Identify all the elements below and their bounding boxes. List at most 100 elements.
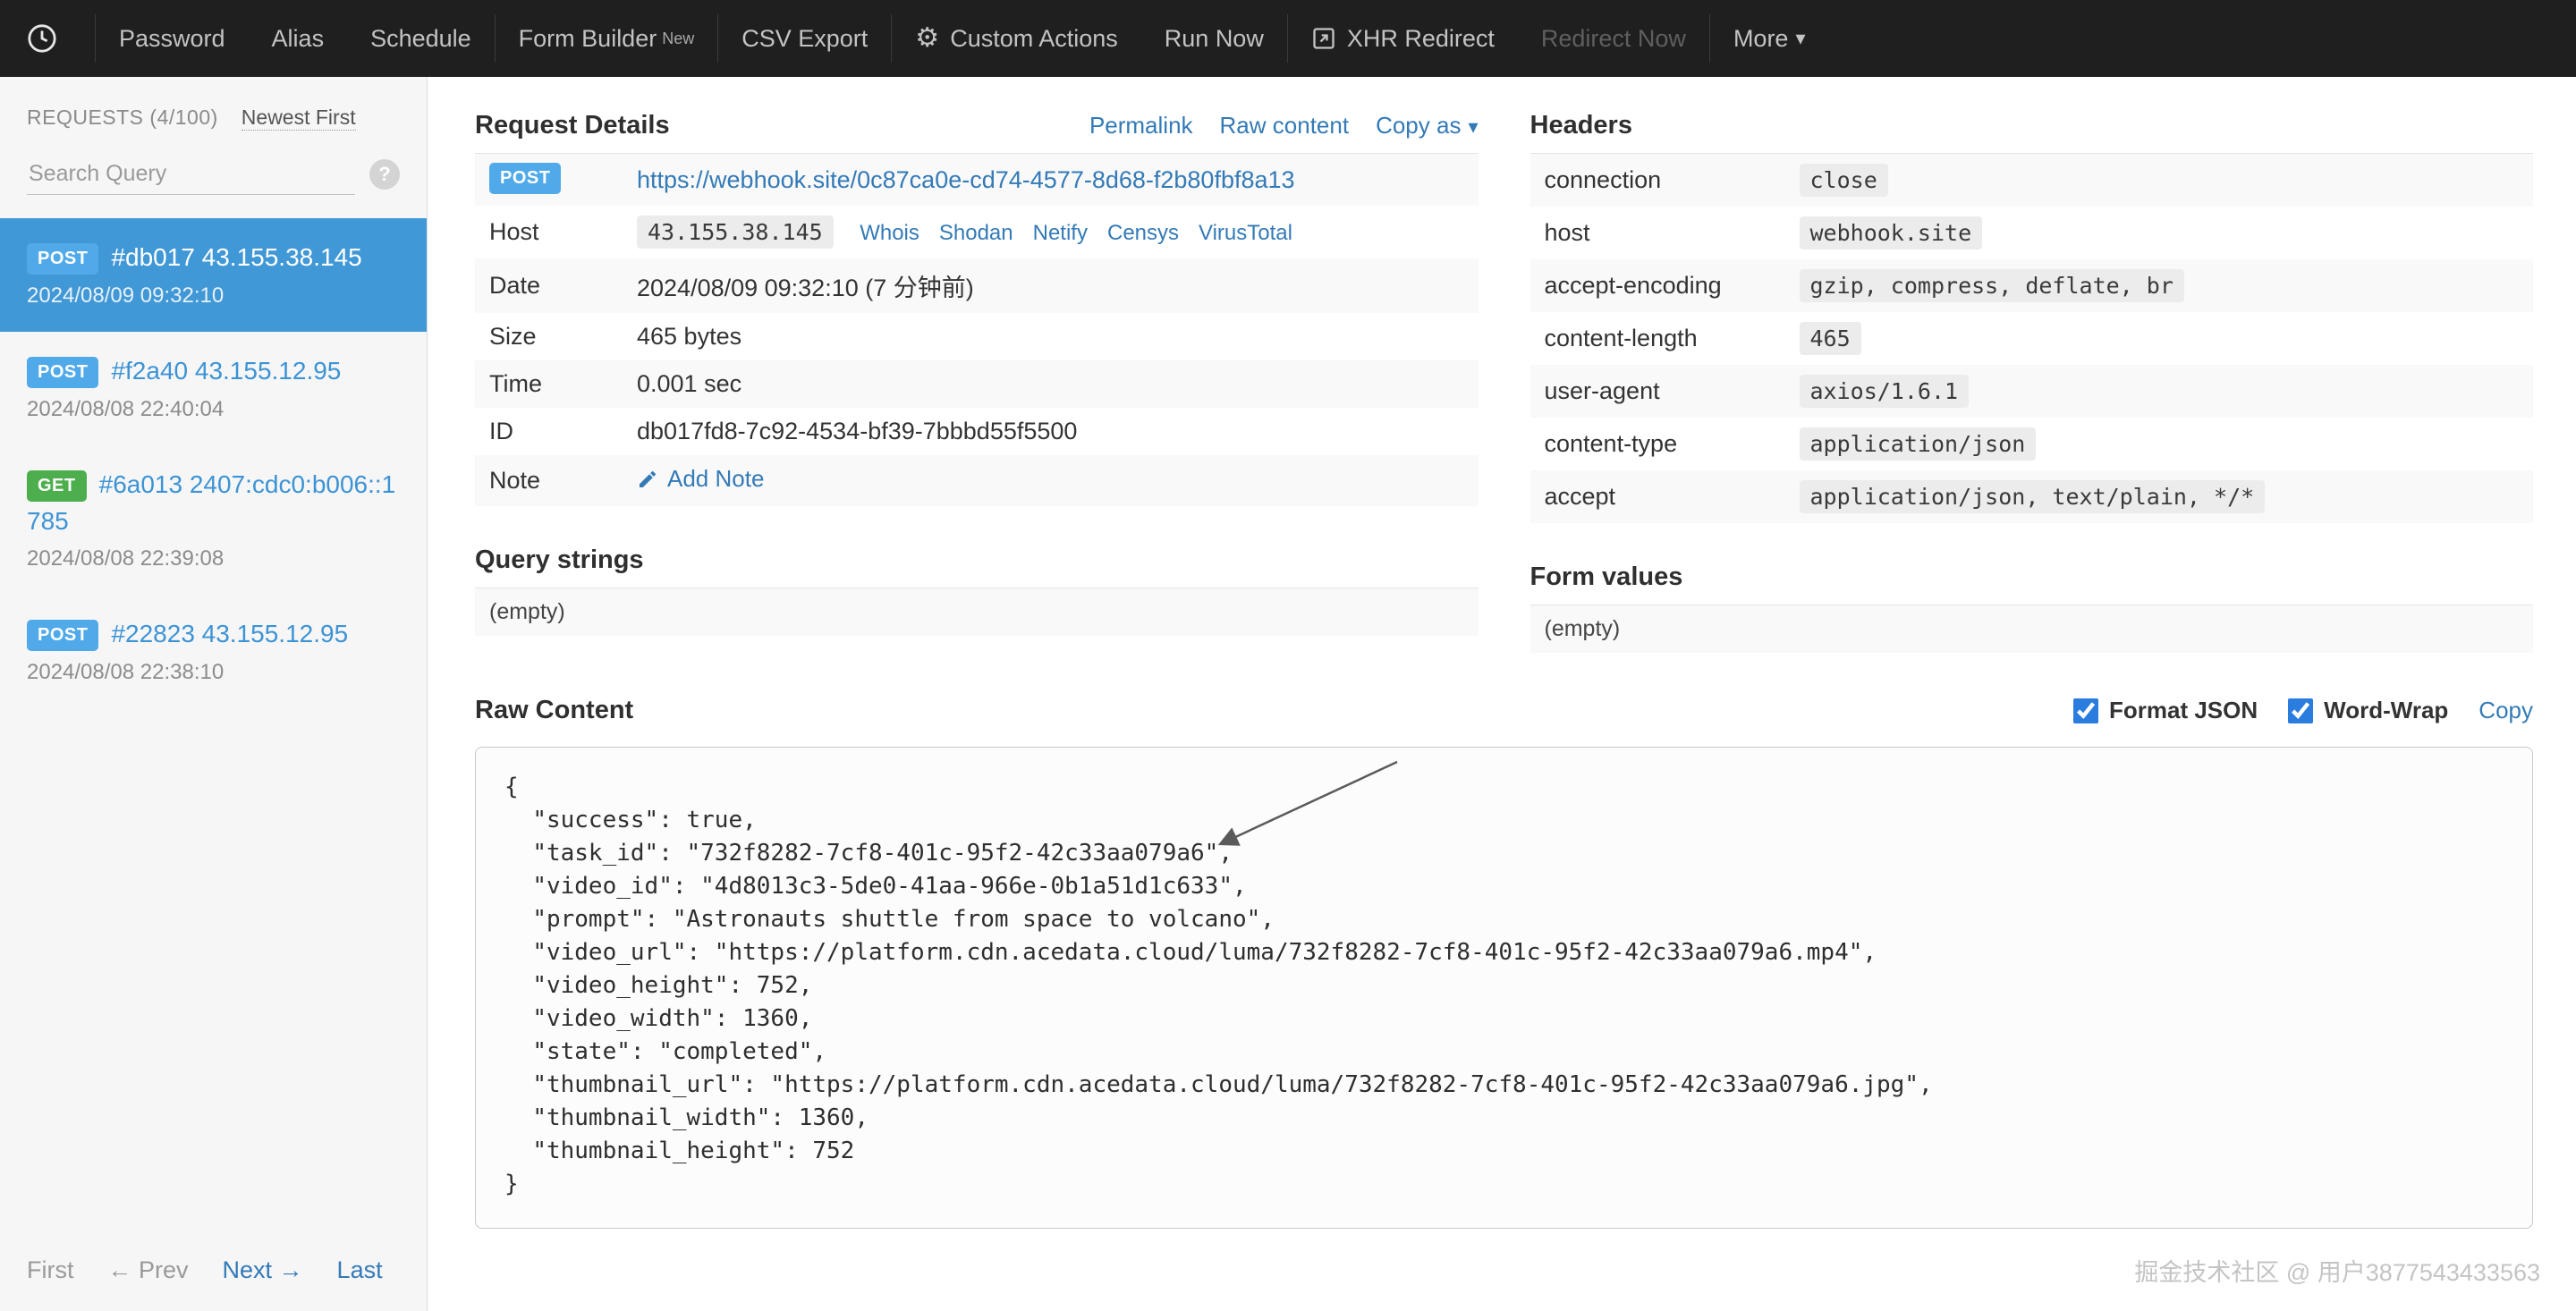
table-row: user-agent axios/1.6.1 bbox=[1530, 365, 2533, 418]
raw-json-body: { "success": true, "task_id": "732f8282-… bbox=[504, 774, 1933, 1197]
shodan-link[interactable]: Shodan bbox=[939, 221, 1013, 246]
format-json-checkbox[interactable] bbox=[2073, 698, 2098, 723]
clock-icon bbox=[27, 23, 57, 54]
nav-item-schedule[interactable]: Schedule bbox=[347, 0, 495, 77]
request-timestamp: 2024/08/08 22:39:08 bbox=[27, 546, 225, 571]
date-label: Date bbox=[475, 258, 623, 313]
word-wrap-label: Word-Wrap bbox=[2324, 697, 2449, 723]
format-json-label: Format JSON bbox=[2109, 697, 2258, 723]
gear-icon: ⚙ bbox=[915, 23, 940, 53]
raw-content-box: { "success": true, "task_id": "732f8282-… bbox=[475, 747, 2533, 1229]
nav-item-form-builder[interactable]: Form Builder New bbox=[496, 0, 718, 77]
table-row: Note Add Note bbox=[475, 455, 1479, 506]
id-value: db017fd8-7c92-4534-bf39-7bbbd55f5500 bbox=[637, 418, 1078, 444]
method-badge: POST bbox=[27, 243, 99, 275]
header-name: host bbox=[1544, 219, 1590, 246]
pagination-last[interactable]: Last bbox=[337, 1256, 383, 1284]
table-row: content-type application/json bbox=[1530, 418, 2534, 470]
request-list-item[interactable]: POST #db017 43.155.38.145 2024/08/09 09:3… bbox=[0, 218, 427, 332]
table-row: POST https://webhook.site/0c87ca0e-cd74-… bbox=[475, 154, 1479, 206]
request-label: #db017 43.155.38.145 bbox=[111, 243, 362, 271]
request-timestamp: 2024/08/09 09:32:10 bbox=[27, 283, 225, 308]
table-row: Time 0.001 sec bbox=[475, 360, 1479, 408]
censys-link[interactable]: Censys bbox=[1107, 221, 1179, 246]
nav-item-redirect-now: Redirect Now bbox=[1540, 24, 1686, 52]
host-label: Host bbox=[489, 218, 539, 245]
nav-item-password[interactable]: Password bbox=[96, 0, 249, 77]
pagination-next[interactable]: Next → bbox=[223, 1256, 303, 1284]
note-label: Note bbox=[475, 455, 623, 506]
header-value: webhook.site bbox=[1799, 216, 1983, 250]
virustotal-link[interactable]: VirusTotal bbox=[1199, 221, 1292, 246]
size-label: Size bbox=[489, 323, 537, 350]
header-name: user-agent bbox=[1530, 365, 1785, 418]
request-label: #f2a40 43.155.12.95 bbox=[111, 357, 342, 385]
table-row: ID db017fd8-7c92-4534-bf39-7bbbd55f5500 bbox=[475, 408, 1479, 455]
request-timestamp: 2024/08/08 22:38:10 bbox=[27, 660, 225, 684]
date-value: 2024/08/09 09:32:10 (7 分钟前) bbox=[623, 258, 1479, 313]
table-row: Host 43.155.38.145 Whois Shodan Netify C… bbox=[475, 206, 1479, 258]
header-name: content-length bbox=[1544, 325, 1698, 351]
header-value: application/json bbox=[1799, 427, 2037, 461]
query-strings-empty: (empty) bbox=[475, 588, 1479, 636]
pagination-first: First bbox=[27, 1256, 74, 1283]
permalink-link[interactable]: Permalink bbox=[1089, 112, 1193, 140]
requests-sidebar: REQUESTS (4/100) Newest First ? POST #db0… bbox=[0, 77, 428, 1311]
webhook-url-link[interactable]: https://webhook.site/0c87ca0e-cd74-4577-… bbox=[637, 166, 1295, 193]
nav-item-xhr-redirect[interactable]: XHR Redirect bbox=[1288, 0, 1518, 77]
netify-link[interactable]: Netify bbox=[1033, 221, 1088, 246]
nav-item-custom-actions[interactable]: ⚙ Custom Actions bbox=[892, 0, 1140, 77]
raw-content-link[interactable]: Raw content bbox=[1220, 112, 1350, 140]
form-values-empty: (empty) bbox=[1530, 605, 2533, 653]
header-name: content-type bbox=[1544, 430, 1678, 457]
table-row: host webhook.site bbox=[1530, 207, 2534, 259]
header-name: accept bbox=[1530, 470, 1785, 523]
top-navbar: Password Alias Schedule Form Builder New… bbox=[0, 0, 2576, 77]
whois-link[interactable]: Whois bbox=[860, 221, 919, 246]
header-value: application/json, text/plain, */* bbox=[1799, 480, 2266, 513]
nav-item-more[interactable]: More bbox=[1710, 0, 1829, 77]
history-clock-button[interactable] bbox=[0, 0, 95, 77]
size-value: 465 bytes bbox=[637, 323, 742, 350]
raw-content-title: Raw Content bbox=[475, 696, 634, 724]
request-list-item[interactable]: POST #22823 43.155.12.95 2024/08/08 22:38… bbox=[0, 595, 427, 708]
pagination-prev: ← Prev bbox=[107, 1256, 189, 1283]
requests-count-title: REQUESTS (4/100) bbox=[27, 106, 218, 129]
header-value: 465 bbox=[1799, 322, 1861, 355]
method-badge: POST bbox=[489, 163, 562, 194]
header-value: axios/1.6.1 bbox=[1799, 375, 1970, 408]
search-input[interactable] bbox=[27, 154, 355, 195]
nav-item-alias[interactable]: Alias bbox=[249, 0, 348, 77]
watermark-text: 掘金技术社区 @ 用户3877543433563 bbox=[2134, 1259, 2540, 1286]
host-value: 43.155.38.145 bbox=[637, 216, 834, 249]
time-label: Time bbox=[475, 360, 623, 408]
query-strings-title: Query strings bbox=[475, 545, 644, 574]
header-value: gzip, compress, deflate, br bbox=[1799, 269, 2184, 302]
table-row: connection close bbox=[1530, 154, 2533, 207]
nav-item-run-now[interactable]: Run Now bbox=[1141, 0, 1287, 77]
method-badge: GET bbox=[27, 470, 87, 502]
pencil-icon bbox=[637, 469, 658, 490]
main-content: Request Details Permalink Raw content Co… bbox=[428, 77, 2576, 1311]
request-list-item[interactable]: GET #6a013 2407:cdc0:b006::1785 2024/08/0… bbox=[0, 445, 427, 595]
method-badge: POST bbox=[27, 357, 99, 388]
word-wrap-checkbox[interactable] bbox=[2288, 698, 2314, 723]
table-row: content-length 465 bbox=[1530, 312, 2534, 365]
table-row: Date 2024/08/09 09:32:10 (7 分钟前) bbox=[475, 258, 1479, 313]
request-list-item[interactable]: POST #f2a40 43.155.12.95 2024/08/08 22:40… bbox=[0, 332, 427, 445]
id-label: ID bbox=[489, 418, 513, 444]
copy-as-dropdown[interactable]: Copy as bbox=[1376, 112, 1478, 140]
request-timestamp: 2024/08/08 22:40:04 bbox=[27, 397, 225, 421]
sort-order-toggle[interactable]: Newest First bbox=[241, 106, 356, 131]
time-value: 0.001 sec bbox=[623, 360, 1479, 408]
nav-item-csv-export[interactable]: CSV Export bbox=[718, 0, 891, 77]
request-label: #22823 43.155.12.95 bbox=[111, 620, 349, 647]
request-details-title: Request Details bbox=[475, 111, 670, 140]
copy-button[interactable]: Copy bbox=[2479, 697, 2533, 724]
xhr-redirect-icon bbox=[1311, 26, 1336, 51]
add-note-button[interactable]: Add Note bbox=[637, 465, 764, 493]
headers-title: Headers bbox=[1530, 111, 1632, 140]
request-list: POST #db017 43.155.38.145 2024/08/09 09:3… bbox=[0, 218, 427, 708]
form-values-title: Form values bbox=[1530, 562, 1683, 591]
help-icon[interactable]: ? bbox=[369, 159, 400, 190]
